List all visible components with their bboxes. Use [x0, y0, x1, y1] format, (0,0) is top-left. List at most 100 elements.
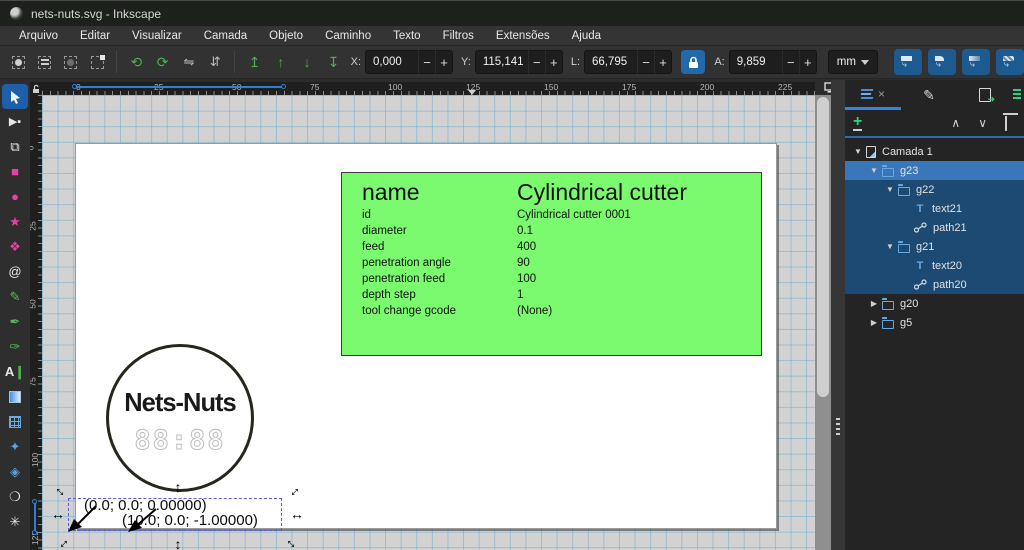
scale-handle-bottom-right[interactable]: ↔ [282, 531, 305, 550]
tree-row-text21[interactable]: T text21 [845, 199, 1024, 218]
menu-visualizar[interactable]: Visualizar [121, 28, 193, 44]
selector-tool[interactable] [2, 84, 28, 109]
move-up-button[interactable]: ∧ [942, 116, 969, 130]
ellipse-tool[interactable]: ● [2, 184, 28, 209]
selection-box-button[interactable] [85, 50, 109, 74]
shape-builder-tool[interactable]: ⧉ [2, 134, 28, 159]
pen-tool[interactable]: ✒ [2, 309, 28, 334]
tweak-tool[interactable]: ❍ [2, 484, 28, 509]
expander-icon[interactable]: ▼ [853, 147, 863, 156]
expander-icon[interactable]: ▼ [885, 242, 895, 251]
scale-pattern-toggle[interactable]: ⤷ [996, 49, 1024, 75]
calligraphy-tool[interactable]: ✑ [2, 334, 28, 359]
tab-objects[interactable]: × [845, 80, 901, 110]
ruler-corner[interactable] [30, 82, 42, 95]
expander-icon[interactable]: ▶ [869, 299, 879, 308]
paint-bucket-tool[interactable]: ◈ [2, 459, 28, 484]
scale-handle-left[interactable]: ↔ [50, 506, 66, 522]
scale-handle-right[interactable]: ↔ [289, 506, 305, 522]
menu-filtros[interactable]: Filtros [432, 28, 485, 44]
tree-row-path21[interactable]: path21 [845, 218, 1024, 237]
deselect-button[interactable] [59, 50, 83, 74]
lower-button[interactable]: ↓ [295, 50, 319, 74]
menu-caminho[interactable]: Caminho [314, 28, 382, 44]
tree-row-g21[interactable]: ▼ g21 [845, 237, 1024, 256]
tab-export[interactable] [957, 80, 1013, 110]
y-decrement-button[interactable]: − [528, 50, 545, 74]
menu-ajuda[interactable]: Ajuda [561, 28, 612, 44]
tool-properties-table[interactable]: name Cylindrical cutter idCylindrical cu… [341, 172, 762, 356]
expander-icon[interactable]: ▼ [885, 185, 895, 194]
select-all-button[interactable] [6, 50, 30, 74]
horizontal-ruler[interactable]: 0 25 50 75 100 125 150 175 200 225 [42, 82, 815, 95]
dropper-tool[interactable]: ✦ [2, 434, 28, 459]
pencil-tool[interactable]: ✎ [2, 284, 28, 309]
spiral-tool[interactable]: @ [2, 259, 28, 284]
height-increment-button[interactable]: + [799, 50, 816, 74]
tree-row-g20[interactable]: ▶ g20 [845, 294, 1024, 313]
tree-row-g22[interactable]: ▼ g22 [845, 180, 1024, 199]
scale-corners-toggle[interactable]: ⤷ [928, 49, 956, 75]
height-decrement-button[interactable]: − [782, 50, 799, 74]
select-all-layers-button[interactable] [32, 50, 56, 74]
menu-arquivo[interactable]: Arquivo [8, 28, 69, 44]
lock-ratio-button[interactable] [681, 50, 705, 74]
flip-vertical-button[interactable]: ⇵ [203, 50, 227, 74]
menu-extensoes[interactable]: Extensões [485, 28, 561, 44]
expander-icon[interactable]: ▶ [869, 318, 879, 327]
expander-icon[interactable]: ▼ [869, 166, 879, 175]
node-tool[interactable]: ▶▪ [2, 109, 28, 134]
lower-to-bottom-button[interactable]: ↧ [321, 50, 345, 74]
tree-row-path20[interactable]: path20 [845, 275, 1024, 294]
x-input[interactable]: 0,000 [366, 56, 418, 68]
tab-partial[interactable] [1013, 80, 1024, 110]
unit-dropdown[interactable]: mm [828, 50, 878, 74]
tree-row-text20[interactable]: T text20 [845, 256, 1024, 275]
height-input[interactable]: 9,859 [730, 56, 782, 68]
menu-camada[interactable]: Camada [193, 28, 258, 44]
close-icon[interactable]: × [878, 87, 885, 101]
mesh-tool[interactable] [2, 409, 28, 434]
tree-row-camada1[interactable]: ▼ Camada 1 [845, 142, 1024, 161]
menu-texto[interactable]: Texto [382, 28, 432, 44]
rotate-cw-button[interactable]: ⟳ [151, 50, 175, 74]
delete-object-button[interactable] [996, 116, 1016, 130]
width-increment-button[interactable]: + [654, 50, 671, 74]
panel-divider[interactable] [831, 80, 845, 550]
gradient-tool[interactable] [2, 384, 28, 409]
move-down-button[interactable]: ∨ [969, 116, 996, 130]
add-layer-button[interactable]: + [853, 115, 862, 131]
x-increment-button[interactable]: + [435, 50, 452, 74]
menu-editar[interactable]: Editar [69, 28, 121, 44]
vertical-scrollbar[interactable] [815, 95, 831, 550]
menu-objeto[interactable]: Objeto [258, 28, 314, 44]
box3d-tool[interactable]: ❖ [2, 234, 28, 259]
x-decrement-button[interactable]: − [418, 50, 435, 74]
vertical-ruler[interactable]: 0 25 50 75 100 125 [30, 95, 42, 550]
scale-handle-top[interactable]: ↕ [170, 479, 186, 495]
scrollbar-thumb[interactable] [817, 97, 829, 397]
scale-gradient-toggle[interactable]: ⤷ [962, 49, 990, 75]
spray-tool[interactable]: ✳ [2, 509, 28, 534]
flip-horizontal-button[interactable]: ⇋ [177, 50, 201, 74]
width-decrement-button[interactable]: − [637, 50, 654, 74]
y-increment-button[interactable]: + [545, 50, 562, 74]
scale-stroke-toggle[interactable]: ⤷ [894, 49, 922, 75]
logo-circle[interactable]: Nets-Nuts 88:88 [106, 344, 254, 492]
tree-row-g23[interactable]: ▼ g23 [845, 161, 1024, 180]
raise-button[interactable]: ↑ [269, 50, 293, 74]
raise-to-top-button[interactable]: ↥ [242, 50, 266, 74]
canvas[interactable]: name Cylindrical cutter idCylindrical cu… [42, 95, 815, 550]
tab-fill-stroke[interactable]: ✎ [901, 80, 957, 110]
rotate-ccw-button[interactable]: ⟲ [124, 50, 148, 74]
tree-row-g5[interactable]: ▶ g5 [845, 313, 1024, 332]
divider-grip[interactable] [836, 418, 840, 438]
scale-stroke-icon: ⤷ [901, 56, 915, 68]
scale-handle-bottom[interactable]: ↕ [170, 536, 186, 550]
y-input[interactable]: 115,141 [476, 56, 528, 68]
rectangle-tool[interactable]: ■ [2, 159, 28, 184]
text-tool[interactable]: A❙ [2, 359, 28, 384]
star-tool[interactable]: ★ [2, 209, 28, 234]
scale-handle-bottom-left[interactable]: ↔ [51, 531, 74, 550]
width-input[interactable]: 66,795 [585, 56, 637, 68]
